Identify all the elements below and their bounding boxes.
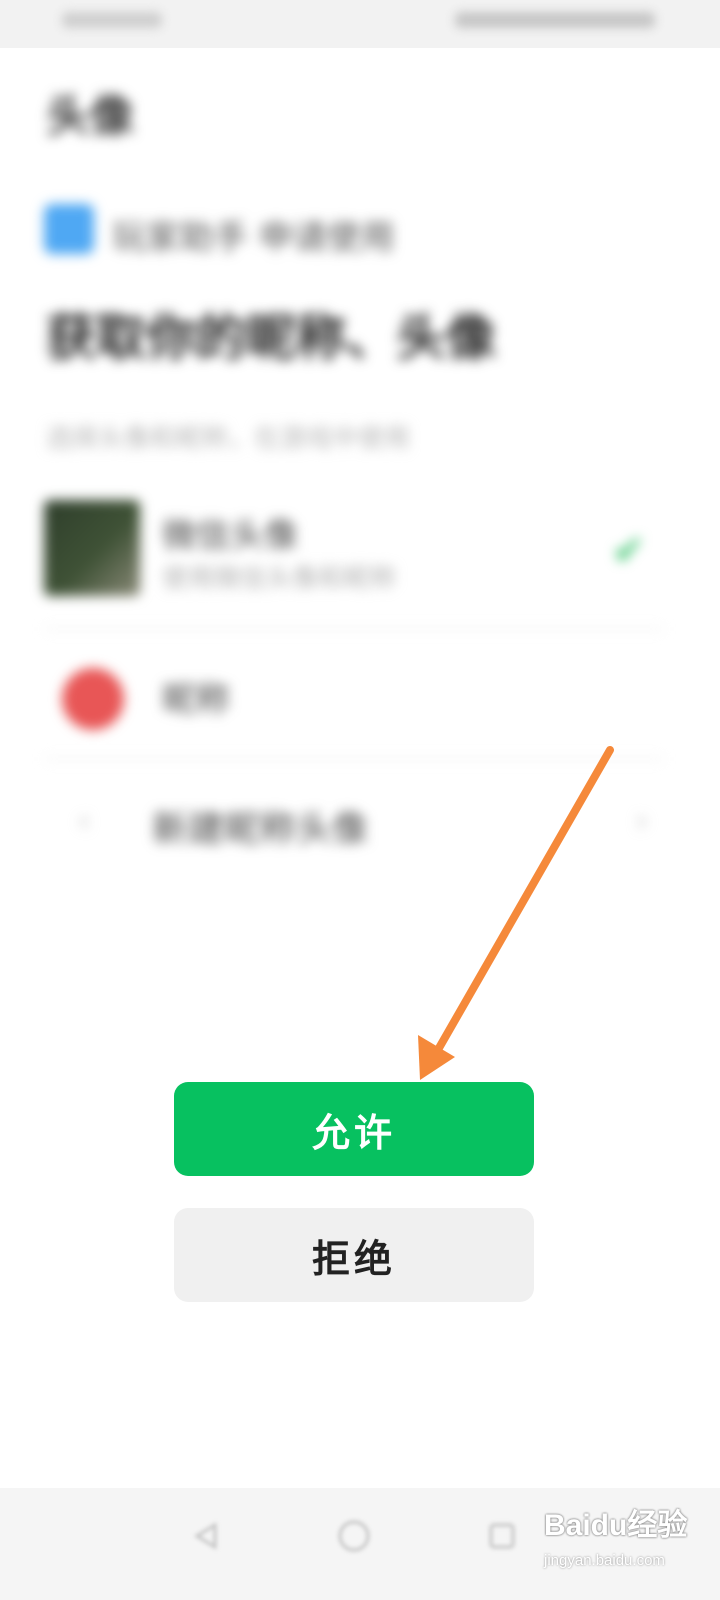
watermark-url: jingyan.baidu.com [544, 1552, 665, 1569]
avatar[interactable] [62, 668, 124, 730]
chevron-right-icon: › [636, 804, 648, 839]
blurred-content: 头像 玩家助手 申请使用 获取你的昵称、头像 选择头像和昵称，在游戏中使用 微信… [0, 48, 720, 928]
plus-icon: ‹ [78, 804, 90, 839]
triangle-back-icon[interactable] [186, 1516, 226, 1556]
app-icon [44, 204, 94, 254]
status-bar [0, 0, 720, 48]
battery-time-indicators [455, 12, 655, 28]
baidu-watermark: Baidu经验 jingyan.baidu.com [540, 1490, 710, 1590]
allow-button[interactable]: 允许 [174, 1082, 534, 1176]
option-other-name[interactable]: 昵称 [162, 672, 230, 721]
app-name: 玩家助手 申请使用 [112, 218, 395, 258]
divider [44, 628, 664, 630]
wechat-avatar-thumbnail[interactable] [44, 500, 140, 596]
watermark-brand: Baidu经验 [544, 1509, 688, 1542]
square-recent-icon[interactable] [482, 1516, 522, 1556]
circle-home-icon[interactable] [334, 1516, 374, 1556]
checkmark-icon: ✔ [612, 528, 646, 574]
deny-button[interactable]: 拒绝 [174, 1208, 534, 1302]
request-description: 选择头像和昵称，在游戏中使用 [46, 424, 411, 454]
option-wechat-name[interactable]: 微信头像 [162, 508, 298, 557]
signal-indicators [62, 12, 162, 28]
option-wechat-sub: 使用微信头像和昵称 [162, 564, 397, 594]
page-title: 头像 [46, 91, 134, 142]
new-profile-option[interactable]: 新建昵称头像 [152, 800, 368, 852]
request-heading: 获取你的昵称、头像 [46, 309, 496, 367]
divider [44, 758, 664, 760]
